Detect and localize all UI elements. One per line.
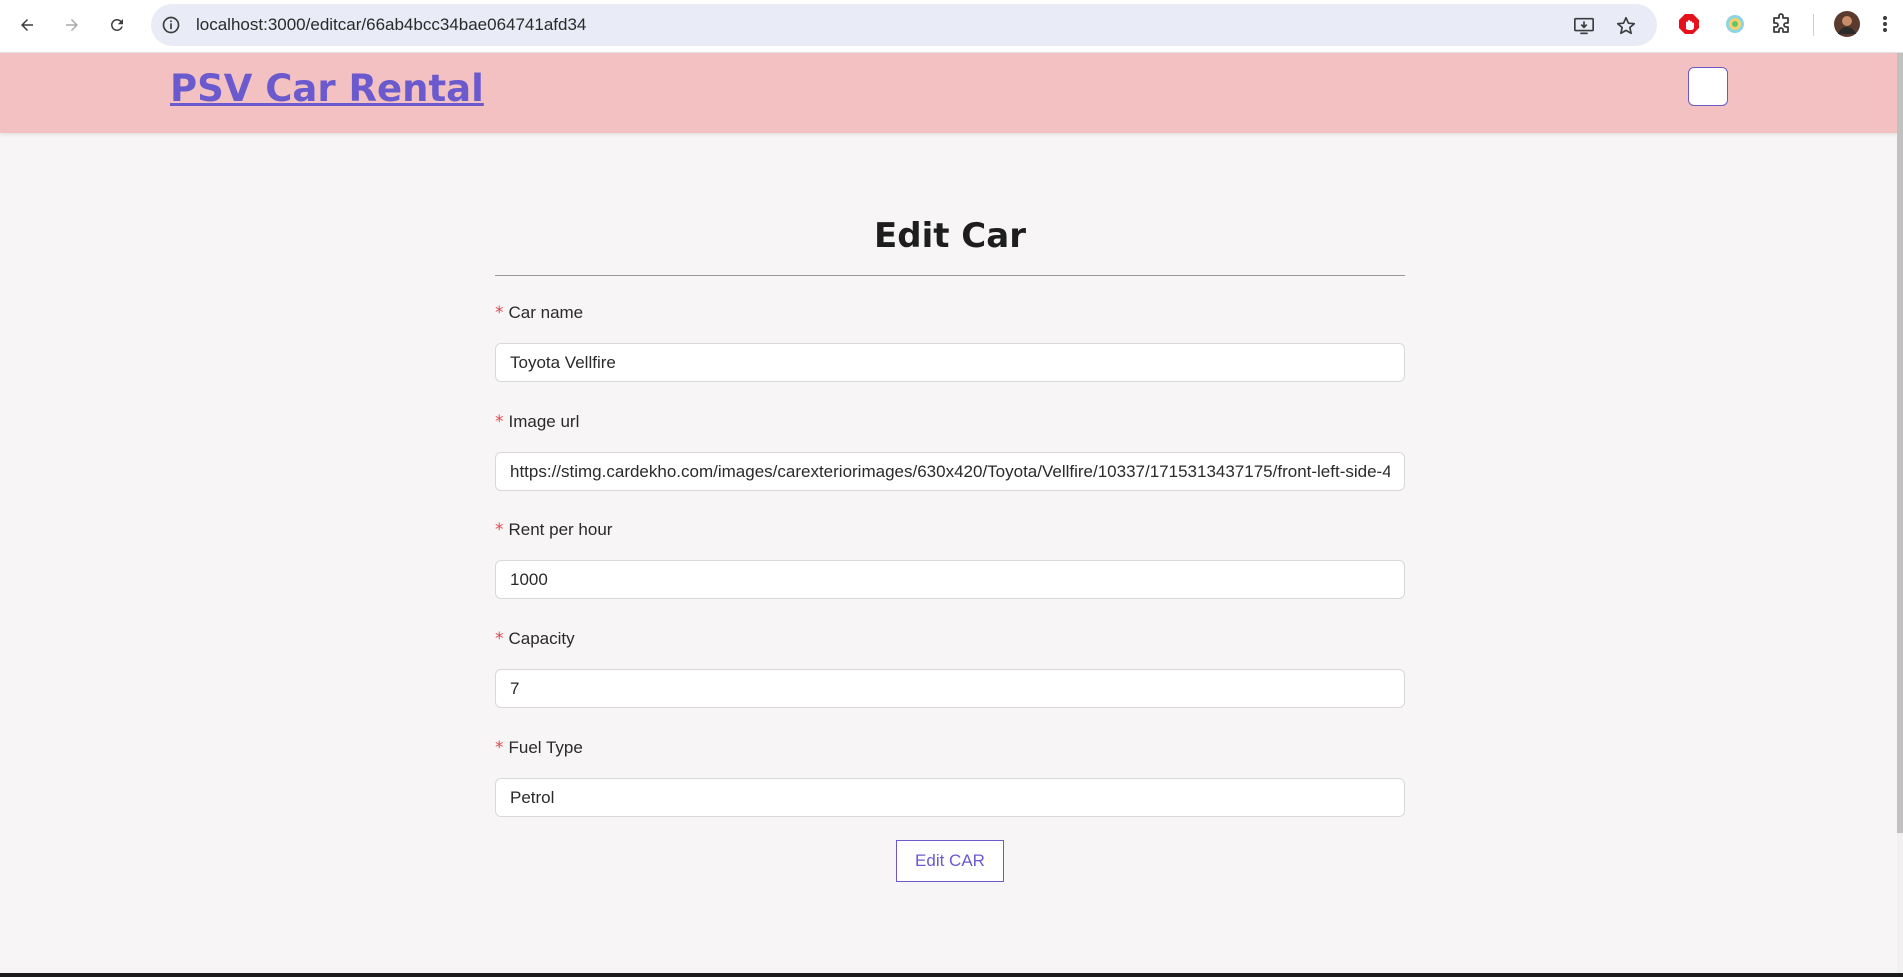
reload-button[interactable] [102,10,132,40]
edit-car-form: Edit Car *Car name *Image url *Rent per … [495,207,1405,882]
arrow-right-icon [66,19,78,31]
car-name-field: * Car name [495,303,1405,382]
car-name-input[interactable] [495,343,1405,382]
reload-icon [111,18,123,31]
page-scrollbar[interactable] [1897,53,1903,977]
install-app-icon[interactable] [1573,15,1595,37]
capacity-field: * Capacity [495,629,1405,708]
url-text[interactable]: localhost:3000/editcar/66ab4bcc34bae0647… [196,15,586,35]
scrollbar-thumb[interactable] [1897,53,1903,833]
required-mark: * [495,303,504,323]
app-header: PSV Car Rental [0,53,1897,133]
header-menu-button[interactable] [1688,67,1728,106]
required-mark: * [495,520,504,540]
puzzle-icon[interactable] [1769,12,1793,36]
capacity-input[interactable] [495,669,1405,708]
kebab-menu-icon[interactable] [1876,12,1894,36]
edit-car-submit-button[interactable]: Edit CAR [896,840,1004,882]
taskbar-edge [0,973,1903,977]
info-icon[interactable] [161,15,181,35]
required-mark: * [495,412,504,432]
forward-button[interactable] [57,10,87,40]
rent-per-hour-label: * Rent per hour [495,520,613,540]
car-name-label: * Car name [495,303,584,323]
fuel-type-field: * Fuel Type [495,738,1405,817]
browser-toolbar: localhost:3000/editcar/66ab4bcc34bae0647… [0,0,1903,53]
required-mark: * [495,629,504,649]
fuel-type-label: * Fuel Type [495,738,583,758]
rent-per-hour-field: * Rent per hour [495,520,1405,599]
fuel-type-input[interactable] [495,778,1405,817]
image-url-input[interactable] [495,452,1405,491]
image-url-label: * Image url [495,412,580,432]
image-url-field: * Image url [495,412,1405,491]
title-divider [495,275,1405,276]
profile-avatar-icon[interactable] [1834,11,1860,37]
address-bar[interactable]: localhost:3000/editcar/66ab4bcc34bae0647… [151,4,1657,46]
arrow-left-icon [21,19,33,31]
rent-per-hour-input[interactable] [495,560,1405,599]
page-title: Edit Car [874,216,1026,256]
toolbar-separator [1813,14,1814,36]
colorful-extension-icon[interactable] [1723,12,1747,36]
brand-link[interactable]: PSV Car Rental [170,67,484,110]
back-button[interactable] [12,10,42,40]
capacity-label: * Capacity [495,629,575,649]
required-mark: * [495,738,504,758]
adblock-extension-icon[interactable] [1677,12,1701,36]
star-icon[interactable] [1615,15,1637,37]
